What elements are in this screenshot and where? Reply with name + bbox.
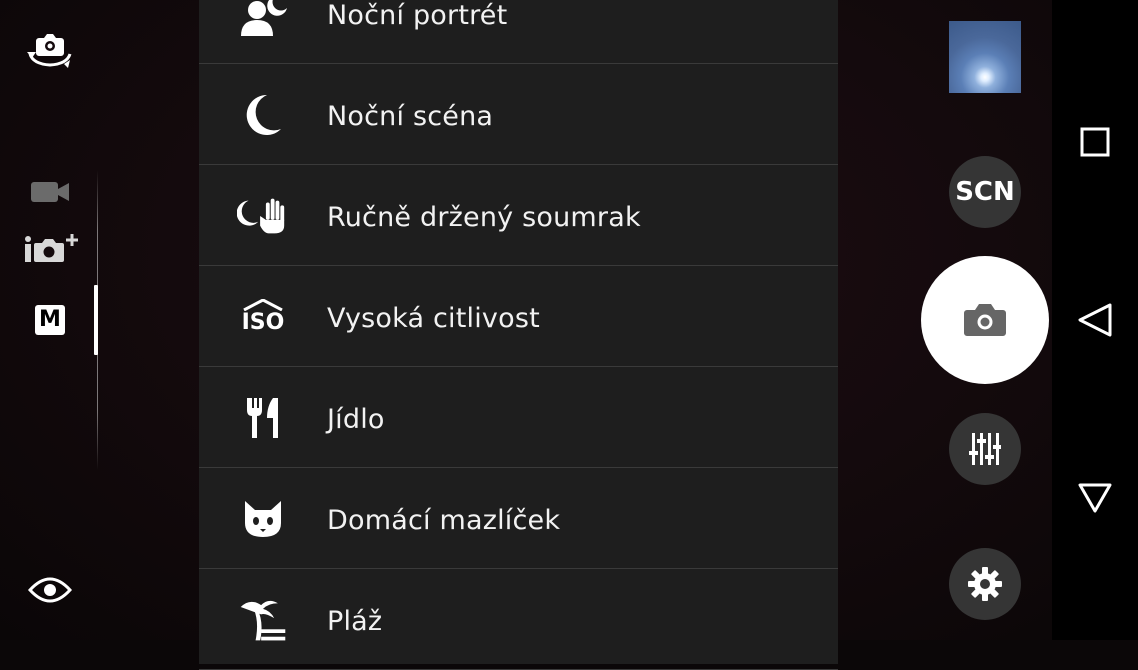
home-button[interactable] <box>1052 458 1138 538</box>
scene-label: Pláž <box>327 606 383 637</box>
eye-button[interactable] <box>26 572 74 608</box>
list-item[interactable]: ISO Vysoká citlivost <box>199 267 838 367</box>
manual-mode-label: M <box>39 307 61 332</box>
scene-mode-button[interactable]: SCN <box>949 156 1021 228</box>
iso-icon-text: ISO <box>241 310 285 335</box>
handheld-twilight-icon <box>237 192 289 240</box>
scene-label: Ručně držený soumrak <box>327 202 641 233</box>
fork-knife-icon <box>237 394 289 442</box>
switch-camera-button[interactable] <box>24 28 76 72</box>
list-item[interactable]: Noční scéna <box>199 65 838 165</box>
gear-icon <box>968 567 1002 601</box>
list-item[interactable]: Domácí mazlíček <box>199 469 838 569</box>
night-portrait-icon <box>237 0 289 38</box>
mode-selected-indicator <box>94 285 98 355</box>
video-camera-icon <box>31 182 69 202</box>
eye-icon <box>28 577 72 603</box>
square-icon <box>1080 127 1110 157</box>
list-item[interactable]: Ručně držený soumrak <box>199 166 838 266</box>
switch-camera-icon <box>27 34 72 68</box>
manual-settings-button[interactable] <box>949 413 1021 485</box>
mode-video-button[interactable] <box>26 176 74 208</box>
scene-label: Noční portrét <box>327 0 508 31</box>
list-item[interactable]: Noční portrét <box>199 0 838 64</box>
list-item[interactable]: Pláž <box>199 570 838 670</box>
list-item[interactable]: Jídlo <box>199 368 838 468</box>
home-triangle-icon <box>1078 483 1112 513</box>
recent-apps-button[interactable] <box>1052 102 1138 182</box>
superior-auto-camera-icon <box>25 234 78 262</box>
camera-icon <box>964 304 1006 336</box>
settings-button[interactable] <box>949 548 1021 620</box>
high-iso-icon: ISO <box>237 293 289 341</box>
back-button[interactable] <box>1052 280 1138 360</box>
mode-superior-auto-button[interactable] <box>20 230 82 268</box>
scene-label: Jídlo <box>327 404 385 435</box>
left-controls: M <box>0 0 100 640</box>
back-triangle-icon <box>1078 303 1112 337</box>
cat-icon <box>237 495 289 543</box>
moon-icon <box>237 91 289 139</box>
mode-manual-button[interactable]: M <box>33 303 67 337</box>
system-navigation-bar <box>1052 0 1138 640</box>
palm-beach-icon <box>237 596 289 644</box>
sliders-icon <box>969 433 1001 465</box>
shutter-button[interactable] <box>921 256 1049 384</box>
scn-label: SCN <box>955 177 1015 207</box>
scene-label: Domácí mazlíček <box>327 505 561 536</box>
scene-label: Noční scéna <box>327 101 494 132</box>
last-photo-thumbnail[interactable] <box>949 21 1021 93</box>
scene-label: Vysoká citlivost <box>327 303 540 334</box>
scene-selection-list[interactable]: Noční portrét Noční scéna Ručně držený s… <box>199 0 838 670</box>
manual-mode-icon: M <box>35 305 65 335</box>
